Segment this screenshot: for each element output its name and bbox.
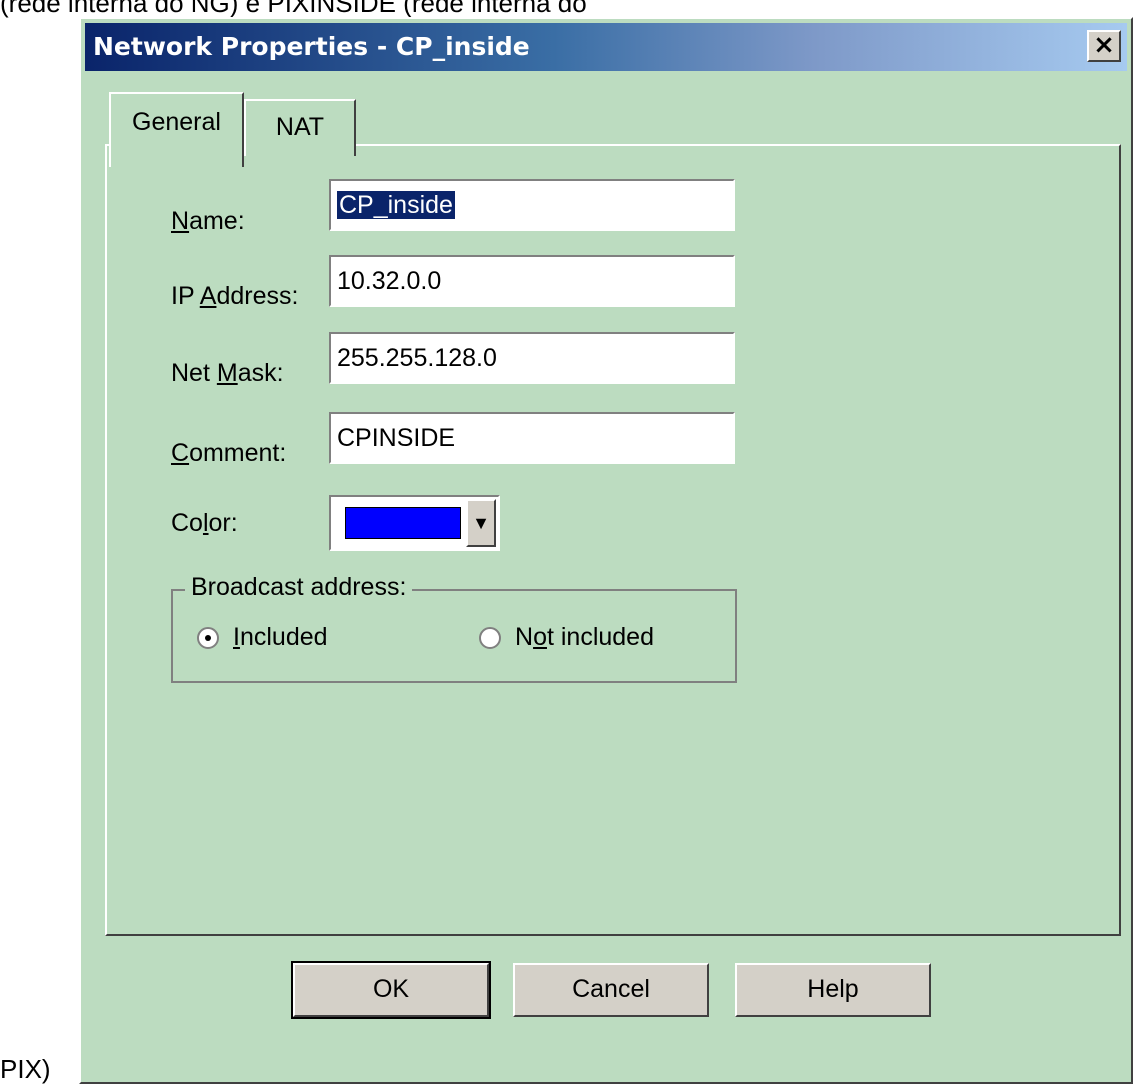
radio-included-label: Included [233,623,328,651]
color-select[interactable]: ▼ [329,495,500,551]
background-caption-top: (rede interna do NG) e PIXINSIDE (rede i… [0,0,587,18]
net-mask-value: 255.255.128.0 [337,344,497,372]
broadcast-address-legend: Broadcast address: [185,573,413,602]
net-mask-field[interactable]: 255.255.128.0 [329,332,735,384]
help-button[interactable]: Help [735,963,931,1017]
ip-address-value: 10.32.0.0 [337,267,442,295]
color-swatch [345,507,461,539]
dropdown-arrow-icon[interactable]: ▼ [466,499,496,547]
radio-included[interactable]: Included [197,623,328,652]
name-label: Name: [171,207,245,235]
close-button[interactable]: × [1087,30,1121,62]
network-properties-dialog: Network Properties - CP_inside × General… [79,17,1133,1084]
radio-checked-icon[interactable] [197,626,219,649]
tab-general[interactable]: General [109,92,244,167]
title-bar[interactable]: Network Properties - CP_inside × [85,23,1127,71]
cancel-button[interactable]: Cancel [513,963,709,1017]
ip-address-field[interactable]: 10.32.0.0 [329,255,735,307]
comment-field[interactable]: CPINSIDE [329,412,735,464]
radio-not-included[interactable]: Not included [479,623,654,652]
ok-button[interactable]: OK [291,961,491,1019]
broadcast-address-group: Broadcast address: Included Not included [171,573,737,683]
net-mask-label: Net Mask: [171,359,284,387]
comment-value: CPINSIDE [337,424,456,452]
dialog-title: Network Properties - CP_inside [93,32,530,61]
tab-nat[interactable]: NAT [244,99,356,156]
comment-label: Comment: [171,439,287,467]
ip-address-label: IP Address: [171,282,299,310]
background-caption-bottom: PIX) [0,1054,51,1084]
radio-not-included-label: Not included [515,623,654,651]
close-icon: × [1093,30,1115,60]
radio-unchecked-icon[interactable] [479,626,501,649]
name-value: CP_inside [337,191,455,219]
name-field[interactable]: CP_inside [329,179,735,231]
color-label: Color: [171,509,238,537]
